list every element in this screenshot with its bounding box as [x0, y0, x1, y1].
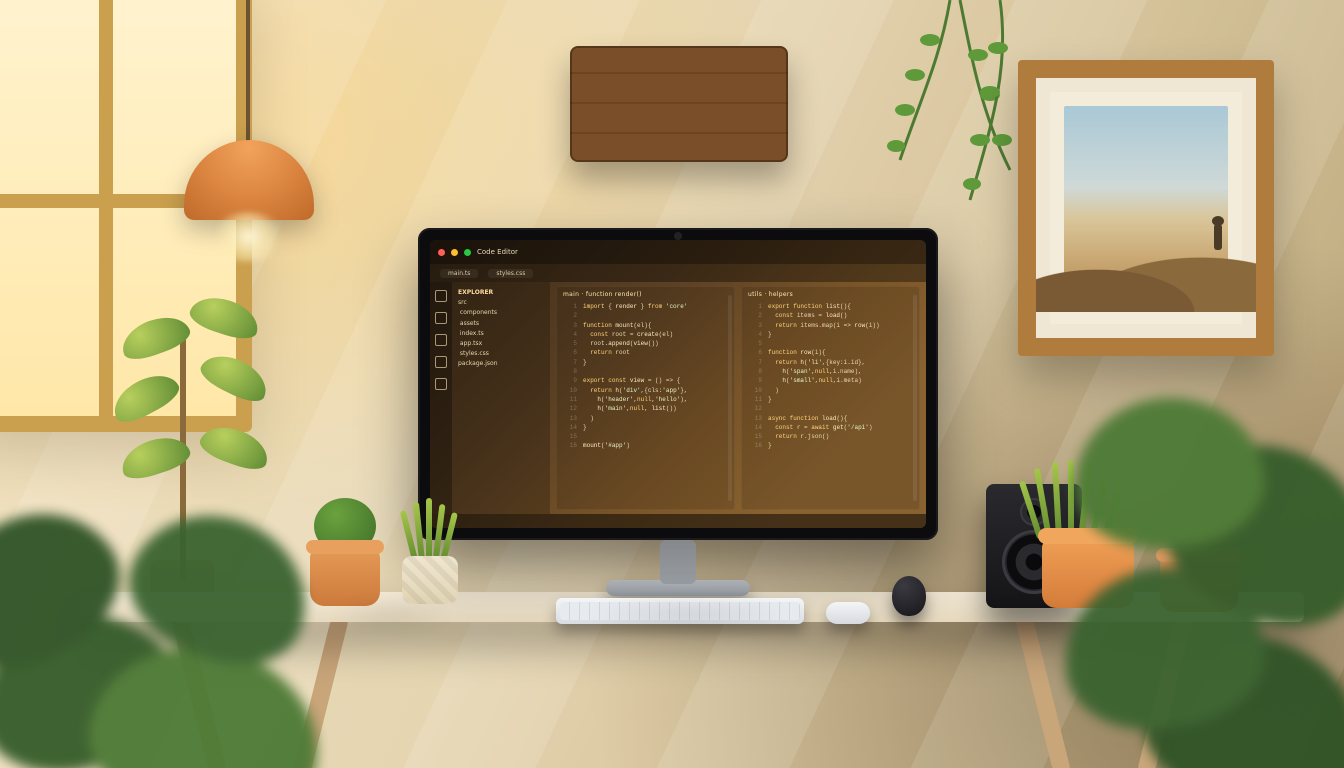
- explorer-item: components: [460, 309, 497, 316]
- hanging-vine: [860, 0, 1040, 220]
- pane-title: utils · helpers: [748, 291, 913, 298]
- explorer-item: package.json: [458, 360, 498, 367]
- ide-explorer: EXPLORER src components assets index.ts …: [452, 282, 550, 514]
- mouse: [826, 602, 870, 624]
- foreground-plant: [0, 388, 360, 768]
- screen: Code Editor main.ts styles.css EXPLORER …: [430, 240, 926, 528]
- explorer-item: app.tsx: [460, 340, 482, 347]
- explorer-item: src: [458, 299, 467, 306]
- monitor-stand-neck: [660, 540, 696, 584]
- git-icon: [435, 334, 447, 346]
- smart-speaker: [892, 576, 926, 616]
- explorer-item: styles.css: [460, 350, 489, 357]
- traffic-light-max-icon: [464, 249, 471, 256]
- scrollbar: [913, 295, 917, 501]
- scrollbar: [728, 295, 732, 501]
- plant: [400, 492, 490, 562]
- explorer-item: index.ts: [460, 330, 484, 337]
- traffic-light-close-icon: [438, 249, 445, 256]
- ide-app-name: Code Editor: [477, 248, 518, 256]
- workspace-scene: Code Editor main.ts styles.css EXPLORER …: [0, 0, 1344, 768]
- plant-pot: [402, 556, 458, 604]
- files-icon: [435, 290, 447, 302]
- monitor: Code Editor main.ts styles.css EXPLORER …: [418, 228, 938, 540]
- webcam-dot: [674, 232, 682, 240]
- explorer-item: assets: [460, 320, 479, 327]
- explorer-title: EXPLORER: [458, 289, 493, 296]
- ide-tabbar: main.ts styles.css: [430, 264, 926, 282]
- ide-statusbar: [430, 514, 926, 528]
- traffic-light-min-icon: [451, 249, 458, 256]
- search-icon: [435, 312, 447, 324]
- ide-activity-bar: [430, 282, 452, 514]
- lamp-cord: [246, 0, 250, 150]
- ide-titlebar: Code Editor: [430, 240, 926, 264]
- editor-pane-right: utils · helpers 1export function list(){…: [741, 286, 920, 510]
- editor-pane-left: main · function render() 1import { rende…: [556, 286, 735, 510]
- keyboard: [556, 598, 804, 624]
- lamp-glow: [208, 212, 288, 262]
- picture-frame: [1018, 60, 1274, 356]
- pane-title: main · function render(): [563, 291, 728, 298]
- ide-tab: main.ts: [440, 269, 478, 278]
- foreground-plant: [1024, 328, 1344, 768]
- debug-icon: [435, 356, 447, 368]
- ide-tab: styles.css: [488, 269, 533, 278]
- wood-plaque: [570, 46, 788, 162]
- extensions-icon: [435, 378, 447, 390]
